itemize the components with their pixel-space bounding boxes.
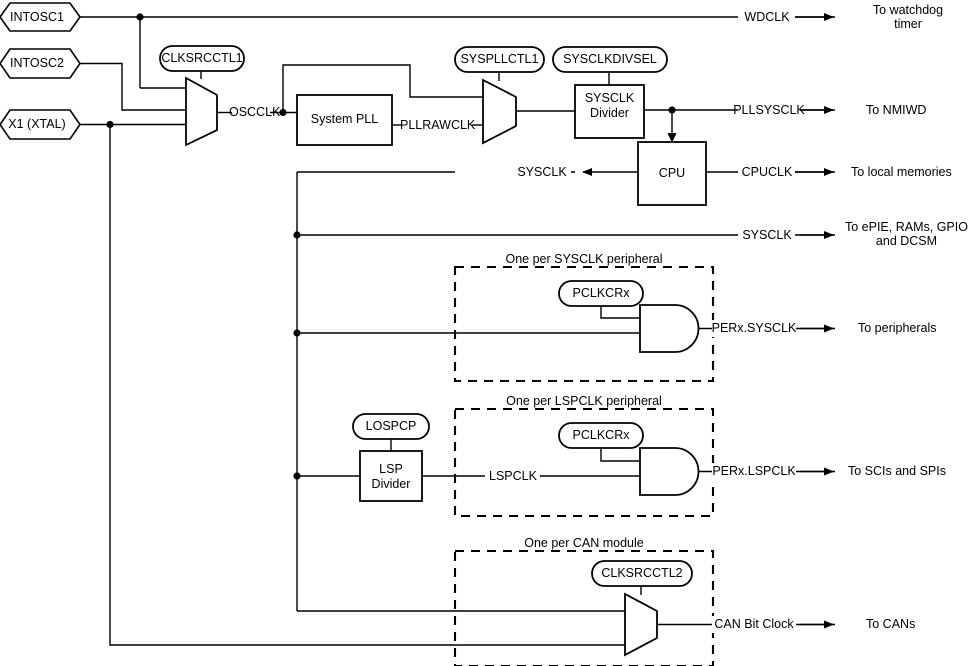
dest-label-epie-line2: and DCSM <box>875 234 938 248</box>
junction-intosc1 <box>136 13 144 21</box>
mux-clksrcctl2 <box>624 592 658 657</box>
junction-sysclk-lspdivider <box>293 472 301 480</box>
net-label-pllrawclk: PLLRAWCLK <box>400 118 476 132</box>
net-label-lspclk: LSPCLK <box>489 469 537 483</box>
source-label-x1: X1 (XTAL) <box>8 117 66 131</box>
register-label-lospcp: LOSPCP <box>365 419 417 433</box>
source-label-intosc2: INTOSC2 <box>10 56 64 70</box>
register-label-clksrcctl2: CLKSRCCTL2 <box>601 566 683 580</box>
net-label-oscclk: OSCCLK <box>229 105 281 119</box>
block-label-sysclk-divider-line2: Divider <box>590 106 629 120</box>
net-label-sysclk-bus: SYSCLK <box>742 228 792 242</box>
wire-pclkcrx-sysclk-and <box>600 305 640 319</box>
mux-syspllctl1 <box>482 78 517 145</box>
mux-clksrcctl1 <box>185 76 218 147</box>
diagram-canvas <box>0 2 835 666</box>
junction-sysclk-epie <box>293 231 301 239</box>
net-label-wdclk: WDCLK <box>744 10 790 24</box>
dest-label-watchdog-line2: timer <box>894 17 922 31</box>
dest-label-watchdog-line1: To watchdog <box>872 3 944 17</box>
gate-and-sysclk <box>639 304 700 353</box>
source-label-intosc1: INTOSC1 <box>10 10 64 24</box>
net-label-can-bit-clock: CAN Bit Clock <box>714 617 794 631</box>
group-caption-lspclk-peripheral: One per LSPCLK peripheral <box>506 394 662 408</box>
net-label-perx-lspclk: PERx.LSPCLK <box>712 464 796 478</box>
block-label-lsp-divider-line1: LSP <box>379 462 403 476</box>
block-lsp-divider <box>359 450 423 502</box>
register-label-clksrcctl1: CLKSRCCTL1 <box>161 51 243 65</box>
gate-and-lspclk <box>639 447 700 496</box>
net-label-perx-sysclk: PERx.SYSCLK <box>711 321 797 335</box>
group-caption-can-module: One per CAN module <box>524 536 644 550</box>
net-label-sysclk-feedback: SYSCLK <box>517 165 567 179</box>
register-label-pclkcrx-sysclk: PCLKCRx <box>572 286 630 300</box>
clock-tree-diagram: INTOSC1 INTOSC2 X1 (XTAL) CLKSRCCTL1 SYS… <box>0 0 968 666</box>
net-label-pllsysclk: PLLSYSCLK <box>733 103 805 117</box>
block-label-sysclk-divider-line1: SYSCLK <box>584 91 635 105</box>
block-label-lsp-divider-line2: Divider <box>371 477 411 491</box>
dest-label-nmiwd: To NMIWD <box>866 103 927 117</box>
dest-label-cans: To CANs <box>866 617 916 631</box>
junction-sysclk-peripheral <box>293 329 301 337</box>
dest-label-peripherals: To peripherals <box>858 321 937 335</box>
register-label-pclkcrx-lspclk: PCLKCRx <box>572 428 630 442</box>
dest-label-local-memories: To local memories <box>851 165 952 179</box>
block-label-system-pll: System PLL <box>310 112 379 126</box>
net-label-cpuclk: CPUCLK <box>741 165 793 179</box>
dest-label-scis-spis: To SCIs and SPIs <box>848 464 946 478</box>
group-caption-sysclk-peripheral: One per SYSCLK peripheral <box>505 252 663 266</box>
register-label-syspllctl1: SYSPLLCTL1 <box>460 52 539 66</box>
register-label-sysclkdivsel: SYSCLKDIVSEL <box>563 52 657 66</box>
wire-x1-to-can-mux <box>109 124 625 646</box>
block-label-cpu: CPU <box>658 166 686 180</box>
dest-label-epie-line1: To ePIE, RAMs, GPIOs, <box>845 220 968 234</box>
